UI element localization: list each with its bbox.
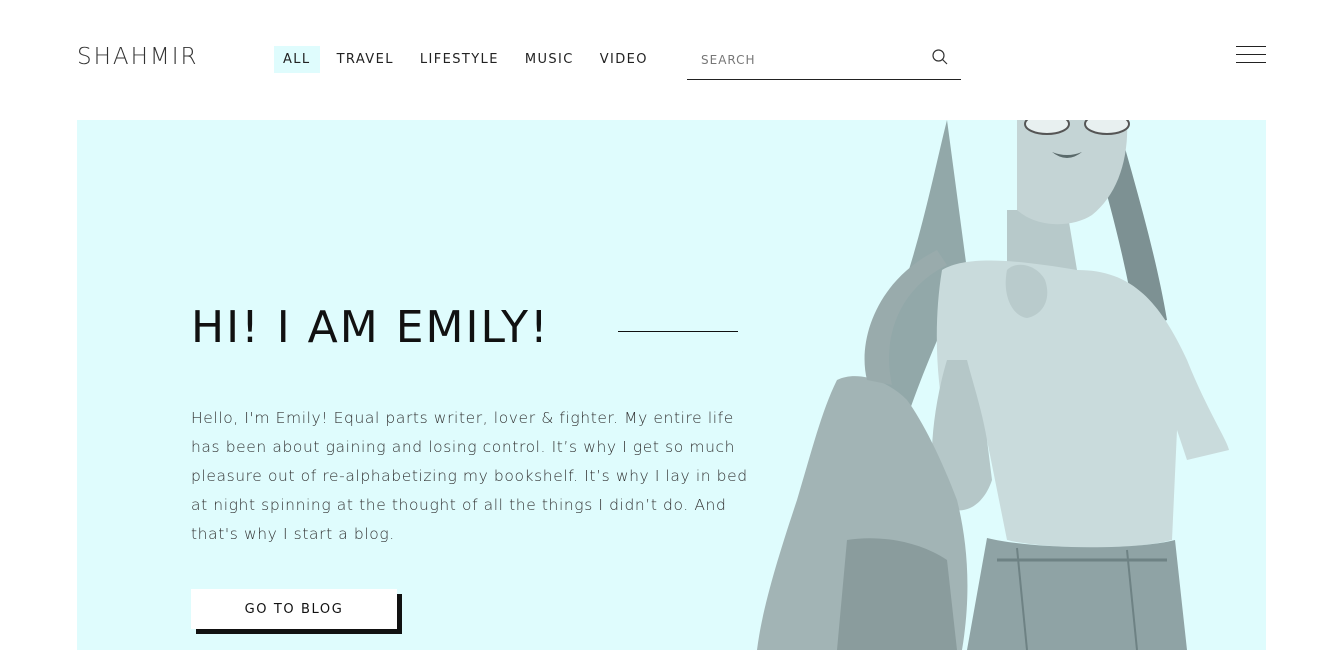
hamburger-line	[1236, 62, 1266, 63]
search-input[interactable]	[687, 48, 917, 72]
hamburger-line	[1236, 46, 1266, 47]
nav-item-all[interactable]: ALL	[274, 46, 320, 73]
hero-section: HI! I AM EMILY! Hello, I'm Emily! Equal …	[77, 120, 1266, 650]
hamburger-menu-icon[interactable]	[1236, 46, 1266, 64]
go-to-blog-button[interactable]: GO TO BLOG	[191, 589, 397, 629]
nav-item-lifestyle[interactable]: LIFESTYLE	[411, 46, 508, 73]
hero-description: Hello, I'm Emily! Equal parts writer, lo…	[191, 409, 748, 543]
nav-item-travel[interactable]: TRAVEL	[328, 46, 403, 73]
site-header: SHAHMIR ALL TRAVEL LIFESTYLE MUSIC VIDEO	[0, 0, 1342, 120]
hamburger-line	[1236, 54, 1266, 55]
search-icon[interactable]	[931, 48, 949, 66]
hero-title: HI! I AM EMILY!	[191, 302, 550, 353]
hero-portrait-image	[757, 120, 1229, 650]
nav-item-music[interactable]: MUSIC	[516, 46, 583, 73]
site-logo[interactable]: SHAHMIR	[77, 44, 199, 70]
search-box	[687, 40, 961, 80]
nav-item-video[interactable]: VIDEO	[591, 46, 657, 73]
main-nav: ALL TRAVEL LIFESTYLE MUSIC VIDEO	[274, 46, 665, 73]
